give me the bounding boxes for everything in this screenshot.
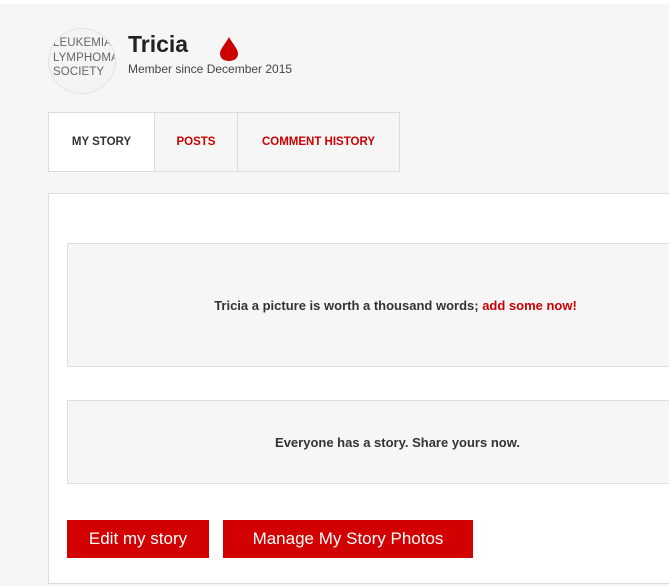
add-photos-link[interactable]: add some now! bbox=[482, 298, 577, 313]
manage-photos-button[interactable]: Manage My Story Photos bbox=[223, 520, 473, 558]
tab-my-story[interactable]: MY STORY bbox=[49, 113, 155, 171]
profile-header: LEUKEMIA LYMPHOMA SOCIETY Tricia Member … bbox=[0, 8, 669, 108]
avatar-text-line: SOCIETY bbox=[53, 66, 105, 78]
story-prompt-text: Everyone has a story. Share yours now. bbox=[275, 435, 520, 450]
tab-posts[interactable]: POSTS bbox=[155, 113, 238, 171]
member-since: Member since December 2015 bbox=[128, 62, 293, 76]
profile-tabs: MY STORY POSTS COMMENT HISTORY bbox=[48, 112, 400, 172]
photos-prompt-text: Tricia a picture is worth a thousand wor… bbox=[214, 298, 483, 313]
photos-prompt-box: Tricia a picture is worth a thousand wor… bbox=[67, 243, 669, 367]
blood-drop-icon bbox=[220, 37, 238, 61]
profile-page: LEUKEMIA LYMPHOMA SOCIETY Tricia Member … bbox=[0, 0, 669, 586]
avatar: LEUKEMIA LYMPHOMA SOCIETY bbox=[48, 28, 116, 94]
profile-name: Tricia bbox=[128, 31, 189, 57]
avatar-text-line: LEUKEMIA bbox=[53, 37, 112, 49]
edit-story-button[interactable]: Edit my story bbox=[67, 520, 209, 558]
story-prompt-box: Everyone has a story. Share yours now. bbox=[67, 400, 669, 484]
my-story-panel: Tricia a picture is worth a thousand wor… bbox=[48, 193, 669, 584]
avatar-text-line: LYMPHOMA bbox=[53, 52, 116, 64]
tab-comment-history[interactable]: COMMENT HISTORY bbox=[238, 113, 400, 171]
photos-prompt: Tricia a picture is worth a thousand wor… bbox=[68, 298, 669, 313]
